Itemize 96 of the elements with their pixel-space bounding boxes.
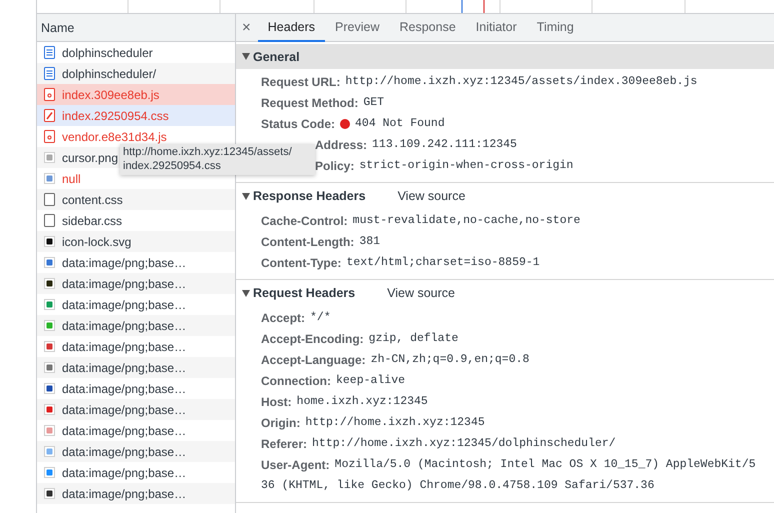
image-thumbnail-icon — [44, 320, 55, 331]
header-value: http://home.ixzh.xyz:12345 — [305, 416, 485, 429]
tab[interactable]: Preview — [325, 14, 390, 42]
file-name: data:image/png;base… — [62, 298, 186, 312]
header-value: http://home.ixzh.xyz:12345/assets/index.309ee8eb.js — [345, 75, 698, 88]
script-file-icon — [44, 130, 55, 143]
column-header[interactable]: Name — [41, 20, 74, 34]
header-name: Status Code: — [261, 116, 336, 130]
tab[interactable]: Timing — [526, 14, 584, 42]
file-name: data:image/png;base… — [62, 340, 186, 354]
image-thumbnail-icon — [44, 383, 55, 394]
file-name: data:image/png;base… — [62, 486, 186, 500]
tooltip-text: http://home.ixzh.xyz:12345/assets/ — [123, 145, 293, 159]
disclosure-triangle-icon[interactable] — [242, 53, 250, 60]
file-name: icon-lock.svg — [62, 234, 132, 248]
header-value: gzip, deflate — [368, 332, 458, 345]
header-name: Content-Type: — [261, 256, 342, 270]
tooltip-text: index.29250954.css — [123, 159, 222, 173]
header-name: Connection: — [261, 374, 331, 388]
file-name: data:image/png;base… — [62, 276, 186, 290]
file-name: data:image/png;base… — [62, 360, 186, 374]
document-icon — [44, 67, 55, 80]
view-source-link[interactable]: View source — [387, 286, 455, 300]
blank-file-icon — [44, 214, 55, 227]
section-header[interactable]: General — [236, 44, 774, 69]
file-name: index.29250954.css — [62, 108, 169, 122]
header-value: */* — [310, 311, 331, 324]
file-name: dolphinscheduler — [62, 46, 153, 60]
header-name: Request URL: — [261, 74, 340, 88]
tab[interactable]: Response — [389, 14, 466, 42]
header-name: Address: — [315, 138, 368, 152]
file-name: null — [62, 172, 81, 186]
header-name: Referer: — [261, 436, 308, 450]
header-name: Accept-Encoding: — [261, 332, 364, 346]
image-thumbnail-icon — [44, 299, 55, 310]
image-thumbnail-icon — [44, 173, 55, 184]
image-thumbnail-icon — [44, 467, 55, 478]
file-name: cursor.png — [62, 150, 118, 164]
image-thumbnail-icon — [44, 404, 55, 415]
section-title[interactable]: Response Headers — [253, 189, 366, 203]
header-name: Content-Length: — [261, 234, 354, 248]
file-name: data:image/png;base… — [62, 256, 186, 270]
script-file-icon — [44, 88, 55, 101]
file-name: data:image/png;base… — [62, 424, 186, 438]
header-name: Origin: — [261, 416, 300, 430]
view-source-link[interactable]: View source — [398, 189, 466, 203]
tab[interactable]: Headers — [258, 14, 326, 42]
image-thumbnail-icon — [44, 341, 55, 352]
file-name: content.css — [62, 192, 123, 206]
image-thumbnail-icon — [44, 236, 55, 247]
image-thumbnail-icon — [44, 446, 55, 457]
close-button[interactable]: × — [236, 14, 258, 41]
disclosure-triangle-icon[interactable] — [242, 290, 250, 296]
header-value: Mozilla/5.0 (Macintosh; Intel Mac OS X 10_15_7) AppleWebKit/5 — [334, 458, 756, 471]
section-title[interactable]: Request Headers — [253, 286, 356, 300]
header-value: home.ixzh.xyz:12345 — [296, 395, 428, 408]
pencil-file-icon — [44, 109, 55, 122]
header-name: User-Agent: — [261, 458, 330, 472]
header-value: GET — [363, 96, 384, 109]
document-icon — [44, 46, 55, 59]
file-name: vendor.e8e31d34.js — [62, 130, 167, 144]
file-name: data:image/png;base… — [62, 382, 186, 396]
image-thumbnail-icon — [44, 278, 55, 289]
image-thumbnail-icon — [44, 362, 55, 373]
file-name: data:image/png;base… — [62, 318, 186, 332]
tab[interactable]: Initiator — [466, 14, 527, 42]
header-value: http://home.ixzh.xyz:12345/dolphinscheduler/ — [312, 437, 616, 450]
header-value: 404 Not Found — [355, 117, 445, 130]
header-value: 381 — [359, 235, 380, 248]
file-name: data:image/png;base… — [62, 466, 186, 480]
header-value: zh-CN,zh;q=0.9,en;q=0.8 — [370, 353, 530, 366]
header-value: strict-origin-when-cross-origin — [359, 159, 574, 172]
header-value: text/html;charset=iso-8859-1 — [346, 256, 540, 269]
header-value: keep-alive — [336, 374, 406, 387]
blank-file-icon — [44, 193, 55, 206]
status-dot-icon — [340, 118, 350, 128]
header-value: 113.109.242.111:12345 — [372, 138, 517, 151]
file-name: index.309ee8eb.js — [62, 88, 160, 102]
header-name: Cache-Control: — [261, 214, 348, 228]
header-value: 36 (KHTML, like Gecko) Chrome/98.0.4758.109 Safari/537.36 — [261, 479, 654, 492]
disclosure-triangle-icon[interactable] — [242, 192, 250, 200]
header-name: Accept: — [261, 310, 306, 324]
section-title[interactable]: General — [253, 50, 300, 64]
image-thumbnail-icon — [44, 152, 55, 163]
file-name: data:image/png;base… — [62, 444, 186, 458]
header-value: must-revalidate,no-cache,no-store — [352, 214, 580, 227]
file-name: dolphinscheduler/ — [62, 66, 156, 80]
header-name: Policy: — [315, 158, 354, 172]
header-name: Host: — [261, 394, 292, 408]
file-name: data:image/png;base… — [62, 402, 186, 416]
image-thumbnail-icon — [44, 257, 55, 268]
header-name: Accept-Language: — [261, 352, 366, 366]
file-name: sidebar.css — [62, 214, 122, 228]
image-thumbnail-icon — [44, 488, 55, 499]
header-name: Request Method: — [261, 96, 358, 110]
image-thumbnail-icon — [44, 425, 55, 436]
